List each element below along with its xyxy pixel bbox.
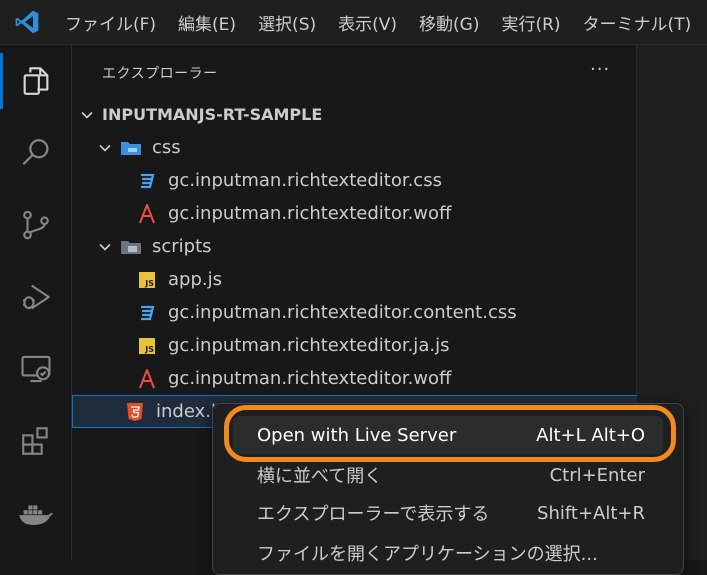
tree-item-label: scripts [152, 236, 212, 257]
chevron-down-icon [78, 106, 96, 124]
tree-folder-scripts[interactable]: scripts [72, 230, 660, 263]
css-file-icon [136, 170, 158, 192]
tree-item-label: app.js [168, 269, 222, 290]
tree-file-js[interactable]: JS gc.inputman.richtexteditor.ja.js [72, 329, 700, 362]
menu-run[interactable]: 実行(R) [490, 0, 571, 44]
extensions-icon[interactable] [0, 405, 71, 477]
tree-file-js[interactable]: JS app.js [72, 263, 700, 296]
menu-item-open-to-side[interactable]: 横に並べて開く Ctrl+Enter [233, 456, 663, 494]
tree-item-label: gc.inputman.richtexteditor.woff [168, 368, 452, 389]
css-file-icon [136, 302, 158, 324]
files-icon[interactable] [0, 45, 71, 117]
tree-item-label: gc.inputman.richtexteditor.ja.js [168, 335, 450, 356]
tree-item-label: css [152, 137, 181, 158]
vscode-logo-icon [0, 0, 54, 44]
tree-item-label: gc.inputman.richtexteditor.woff [168, 203, 452, 224]
menu-item-shortcut: Shift+Alt+R [537, 502, 645, 524]
tree-item-label: gc.inputman.richtexteditor.css [168, 170, 442, 191]
js-file-icon: JS [136, 269, 158, 291]
project-name: INPUTMANJS-RT-SAMPLE [102, 105, 323, 124]
menu-item-open-live-server[interactable]: Open with Live Server Alt+L Alt+O [233, 416, 663, 454]
menu-item-shortcut: Ctrl+Enter [549, 464, 645, 486]
tree-file-font[interactable]: gc.inputman.richtexteditor.woff [72, 362, 700, 395]
context-menu: Open with Live Server Alt+L Alt+O 横に並べて開… [212, 403, 684, 575]
run-debug-icon[interactable] [0, 261, 71, 333]
folder-css-icon [120, 137, 142, 159]
menu-view[interactable]: 表示(V) [327, 0, 408, 44]
menu-go[interactable]: 移動(G) [408, 0, 490, 44]
project-header[interactable]: INPUTMANJS-RT-SAMPLE [72, 98, 642, 131]
tree-file-font[interactable]: gc.inputman.richtexteditor.woff [72, 197, 700, 230]
chevron-down-icon [96, 238, 114, 256]
font-file-icon [136, 203, 158, 225]
font-file-icon [136, 368, 158, 390]
tree-folder-css[interactable]: css [72, 131, 660, 164]
menu-item-label: ファイルを開くアプリケーションの選択... [257, 544, 598, 565]
docker-icon[interactable] [0, 477, 71, 549]
remote-explorer-icon[interactable] [0, 333, 71, 405]
more-actions-icon[interactable]: ··· [590, 59, 610, 80]
menu-item-reveal-in-explorer[interactable]: エクスプローラーで表示する Shift+Alt+R [233, 494, 663, 532]
menu-item-open-with[interactable]: ファイルを開くアプリケーションの選択... [233, 534, 663, 572]
menu-selection[interactable]: 選択(S) [247, 0, 327, 44]
activity-bar [0, 45, 72, 560]
menu-bar: ファイル(F) 編集(E) 選択(S) 表示(V) 移動(G) 実行(R) ター… [54, 0, 702, 44]
search-icon[interactable] [0, 117, 71, 189]
folder-scripts-icon [120, 236, 142, 258]
tree-file-css[interactable]: gc.inputman.richtexteditor.content.css [72, 296, 700, 329]
tree-file-css[interactable]: gc.inputman.richtexteditor.css [72, 164, 700, 197]
js-file-icon: JS [136, 335, 158, 357]
title-bar: ファイル(F) 編集(E) 選択(S) 表示(V) 移動(G) 実行(R) ター… [0, 0, 707, 45]
menu-item-label: エクスプローラーで表示する [257, 504, 490, 525]
chevron-down-icon [96, 139, 114, 157]
menu-terminal[interactable]: ターミナル(T) [572, 0, 703, 44]
menu-item-shortcut: Alt+L Alt+O [536, 424, 645, 446]
html-file-icon [124, 401, 146, 423]
explorer-title: エクスプローラー [102, 66, 218, 82]
menu-file[interactable]: ファイル(F) [54, 0, 167, 44]
menu-item-label: 横に並べて開く [257, 466, 383, 487]
menu-item-label: Open with Live Server [257, 424, 457, 446]
source-control-icon[interactable] [0, 189, 71, 261]
menu-edit[interactable]: 編集(E) [167, 0, 247, 44]
tree-item-label: gc.inputman.richtexteditor.content.css [168, 302, 517, 323]
